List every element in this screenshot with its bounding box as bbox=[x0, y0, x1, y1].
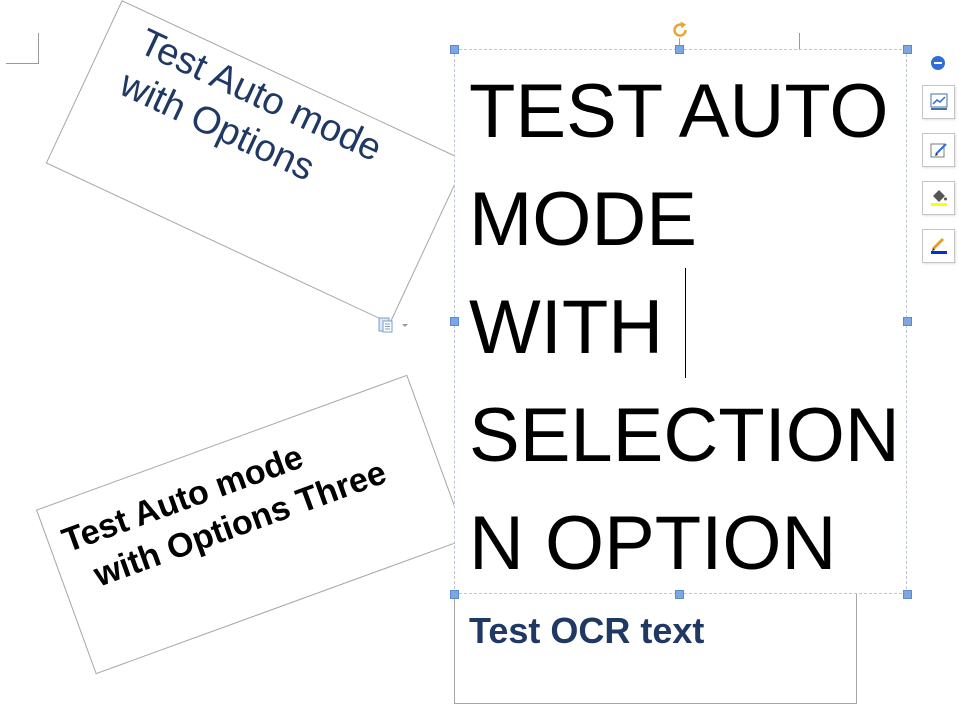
rotated-textbox-top-text: Test Auto mode with Options bbox=[113, 19, 389, 213]
crop-mark-vertical-left bbox=[38, 33, 39, 64]
paste-options-button[interactable] bbox=[376, 315, 412, 335]
ocr-textbox[interactable]: Test OCR text bbox=[454, 592, 857, 704]
collapse-minus-icon[interactable] bbox=[930, 55, 946, 71]
shape-fill-button[interactable] bbox=[922, 181, 955, 215]
rotated-textbox-bottom[interactable]: Test Auto mode with Options Three bbox=[35, 374, 468, 675]
resize-handle-top-left[interactable] bbox=[450, 45, 459, 54]
edit-shape-button[interactable] bbox=[922, 133, 955, 167]
chart-icon bbox=[930, 93, 948, 110]
ocr-textbox-text: Test OCR text bbox=[469, 610, 705, 651]
pen-outline-icon bbox=[931, 237, 947, 254]
selected-textbox-line-2: MODE bbox=[469, 177, 697, 262]
resize-handle-middle-left[interactable] bbox=[450, 317, 459, 326]
rotated-textbox-bottom-text: Test Auto mode with Options Three bbox=[57, 411, 393, 603]
edit-shape-icon bbox=[930, 143, 947, 158]
chart-style-button[interactable] bbox=[922, 85, 955, 119]
resize-handle-bottom-right[interactable] bbox=[903, 590, 912, 599]
text-cursor bbox=[685, 268, 686, 378]
selected-textbox-line-5: N OPTION bbox=[469, 501, 837, 586]
resize-handle-bottom-center[interactable] bbox=[675, 590, 684, 599]
rotated-textbox-top[interactable]: Test Auto mode with Options bbox=[45, 0, 467, 324]
selected-textbox[interactable]: TEST AUTO MODE WITH SELECTION N OPTION bbox=[454, 49, 907, 594]
resize-handle-top-center[interactable] bbox=[675, 45, 684, 54]
shape-side-toolbar bbox=[921, 55, 957, 275]
paint-bucket-icon bbox=[931, 190, 947, 206]
resize-handle-bottom-left[interactable] bbox=[450, 590, 459, 599]
paste-options-icon bbox=[378, 317, 408, 333]
resize-handle-middle-right[interactable] bbox=[903, 317, 912, 326]
rotate-icon[interactable] bbox=[670, 20, 690, 40]
resize-handle-top-right[interactable] bbox=[903, 45, 912, 54]
selected-textbox-line-1: TEST AUTO bbox=[469, 69, 889, 154]
selected-textbox-line-4: SELECTION bbox=[469, 393, 900, 478]
crop-mark-vertical-right bbox=[799, 33, 800, 49]
crop-mark-horizontal-left bbox=[6, 63, 39, 64]
shape-outline-button[interactable] bbox=[922, 229, 955, 263]
